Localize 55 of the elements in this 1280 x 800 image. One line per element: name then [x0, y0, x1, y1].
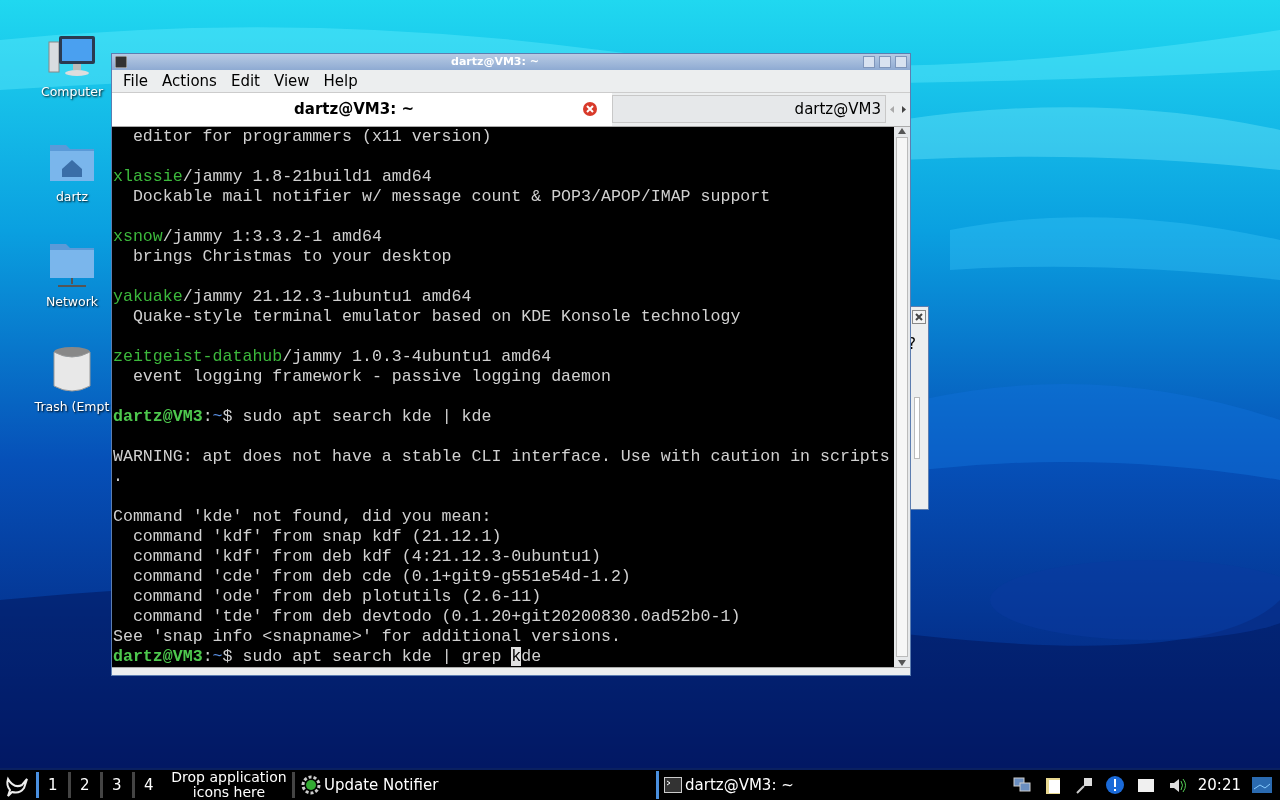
network-icon[interactable]: [1011, 775, 1032, 795]
info-icon[interactable]: [1104, 775, 1125, 795]
terminal-line: command 'ode' from deb plotutils (2.6-11): [131, 586, 542, 607]
dialog-field[interactable]: [914, 397, 920, 459]
menu-item[interactable]: View: [266, 71, 317, 90]
window-title: dartz@VM3: ~: [450, 55, 540, 69]
launcher-hint: Drop application icons here: [170, 770, 288, 800]
prompt-line: dartz@VM3:~$ sudo apt search kde | kde: [113, 406, 492, 427]
terminal-line: WARNING: apt does not have a stable CLI interface. Use with caution in scripts: [113, 446, 890, 467]
scroll-up-arrow[interactable]: [898, 126, 906, 135]
icon-label: Computer: [40, 84, 104, 99]
taskbar-button[interactable]: Update Notifier: [301, 771, 656, 799]
taskbar-button[interactable]: dartz@VM3: ~: [656, 771, 1012, 799]
show-desktop-icon[interactable]: [1252, 777, 1272, 793]
close-tab-icon[interactable]: [582, 101, 598, 118]
terminal-line: See 'snap info <snapname>' for additional versions.: [113, 626, 621, 647]
workspace-button[interactable]: 4: [132, 772, 164, 798]
terminal-line: xlassie/jammy 1.8-21build1 amd64: [113, 166, 432, 187]
icon-label: Network: [45, 294, 99, 309]
menu-item[interactable]: File: [116, 71, 156, 90]
terminal-line: Dockable mail notifier w/ message count & POP3/APOP/IMAP support: [131, 186, 771, 207]
tab[interactable]: dartz@VM3: [612, 94, 886, 123]
scroll-down-arrow[interactable]: [898, 658, 906, 667]
gear-icon: [301, 775, 321, 795]
prompt-line: dartz@VM3:~$ sudo apt search kde | grep kde: [113, 646, 542, 667]
computer-icon: [47, 34, 97, 78]
terminal-line: command 'tde' from deb devtodo (0.1.20+git20200830.0ad52b0-1): [131, 606, 741, 627]
close-button[interactable]: [912, 310, 926, 324]
terminal-icon: [115, 55, 127, 68]
terminal-line: command 'kdf' from deb kdf (4:21.12.3-0ubuntu1): [131, 546, 601, 567]
tab[interactable]: dartz@VM3: ~: [112, 92, 612, 126]
menu-item[interactable]: Actions: [155, 71, 224, 90]
terminal-line: yakuake/jammy 21.12.3-1ubuntu1 amd64: [113, 286, 472, 307]
icon-label: dartz: [55, 189, 89, 204]
terminal-line: Quake-style terminal emulator based on KDE Konsole technology: [131, 306, 741, 327]
terminal-icon: [664, 777, 682, 793]
clock[interactable]: 20:21: [1197, 776, 1241, 794]
workspace-button[interactable]: 2: [68, 772, 100, 798]
terminal-output[interactable]: [112, 126, 894, 667]
icon-label: Trash (Empt: [34, 399, 110, 414]
workspace-button[interactable]: 1: [36, 772, 68, 798]
workspace-button[interactable]: 3: [100, 772, 132, 798]
terminal-line: zeitgeist-datahub/jammy 1.0.3-4ubuntu1 amd64: [113, 346, 552, 367]
terminal-line: .: [113, 466, 123, 487]
scrollbar[interactable]: [894, 126, 910, 667]
menu-item[interactable]: Edit: [223, 71, 267, 90]
trash-icon: [52, 345, 92, 393]
terminal-line: editor for programmers (x11 version): [131, 126, 492, 147]
terminal-line: brings Christmas to your desktop: [131, 246, 452, 267]
terminal-line: command 'cde' from deb cde (0.1+git9-g551e54d-1.2): [131, 566, 631, 587]
menu-item[interactable]: Help: [316, 71, 365, 90]
terminal-line: event logging framework - passive logging daemon: [131, 366, 611, 387]
terminal-line: Command 'kde' not found, did you mean:: [113, 506, 492, 527]
terminal-line: xsnow/jammy 1:3.3.2-1 amd64: [113, 226, 382, 247]
terminal-line: command 'kdf' from snap kdf (21.12.1): [131, 526, 502, 547]
